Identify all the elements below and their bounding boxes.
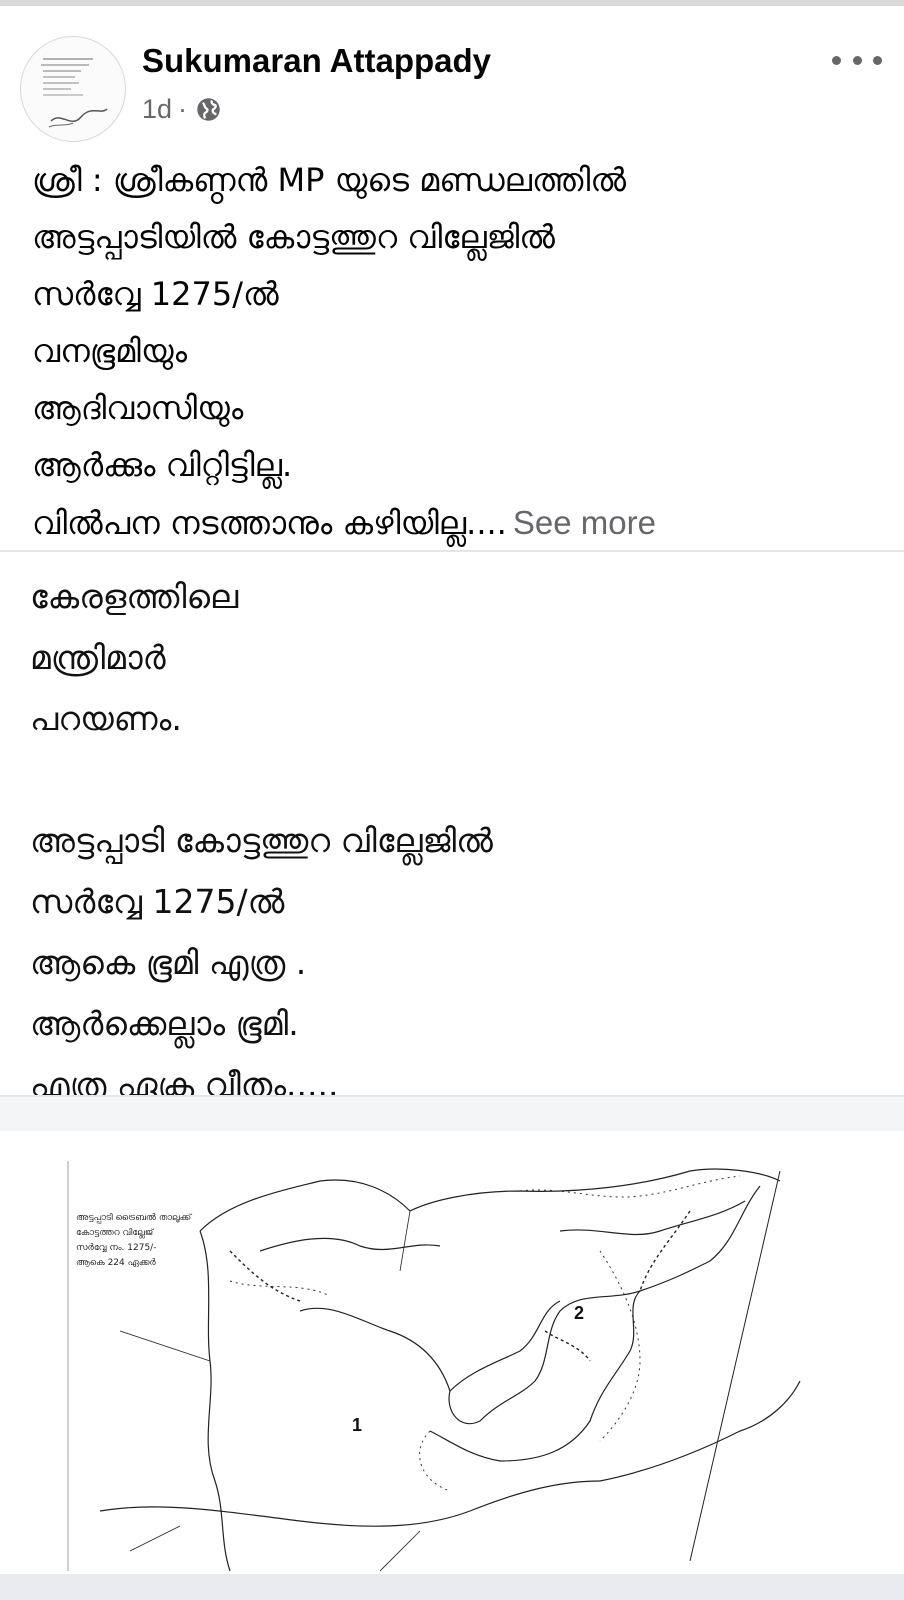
caption-line: ആദിവാസിയും <box>32 389 244 427</box>
bottom-bar <box>0 1574 904 1600</box>
image-gap <box>0 1097 904 1131</box>
image-text-line: പറയണം. <box>30 699 182 738</box>
survey-map-image[interactable]: അട്ടപ്പാടി ട്രൈബൽ താലൂക്ക് കോട്ടത്തറ വില… <box>0 1131 904 1574</box>
image-text-line: ആകെ ഭൂമി എത്ര . <box>30 943 307 982</box>
caption-line: വനഭൂമിയും <box>32 332 187 370</box>
image-text-line: അട്ടപ്പാടി കോട്ടത്തുറ വില്ലേജിൽ <box>30 821 493 860</box>
post-meta: 1d · <box>142 94 222 125</box>
caption-line: സർവ്വേ 1275/ൽ <box>32 275 279 313</box>
caption-last-line: വിൽപന നടത്താനും കഴിയില്ല.... See more <box>32 494 882 552</box>
see-more-link[interactable]: See more <box>513 504 656 541</box>
parcel-label-2: 2 <box>574 1303 585 1323</box>
post-image-text[interactable]: കേരളത്തിലെ മന്ത്രിമാർ പറയണം. അട്ടപ്പാടി … <box>30 566 880 1115</box>
image-text-line: മന്ത്രിമാർ <box>30 638 166 677</box>
caption-line: ആർക്കും വിറ്റിട്ടില്ല. <box>32 446 293 484</box>
image-text-line: ആർക്കെല്ലാം ഭൂമി. <box>30 1004 299 1043</box>
caption-line: ശ്രീ : ശ്രീകണ്ഠൻ MP യുടെ മണ്ഡലത്തിൽ <box>32 161 626 199</box>
more-options-icon[interactable] <box>832 42 882 78</box>
image-text-line <box>30 749 880 810</box>
survey-map-drawing <box>67 1161 801 1572</box>
caption-line: വിൽപന നടത്താനും കഴിയില്ല.... <box>32 504 507 542</box>
map-legend-line: ആകെ 224 ഏക്കർ <box>76 1258 156 1268</box>
map-legend: അട്ടപ്പാടി ട്രൈബൽ താലൂക്ക് കോട്ടത്തറ വില… <box>76 1211 191 1271</box>
image-text-line: കേരളത്തിലെ <box>30 577 239 616</box>
author-name[interactable]: Sukumaran Attappady <box>142 42 491 80</box>
caption-line: അട്ടപ്പാടിയിൽ കോട്ടത്തുറ വില്ലേജിൽ <box>32 218 555 256</box>
map-legend-line: സർവ്വേ നം. 1275/- <box>76 1243 157 1253</box>
map-legend-line: അട്ടപ്പാടി ട്രൈബൽ താലൂക്ക് <box>76 1213 192 1223</box>
meta-separator: · <box>178 94 188 124</box>
post-header: Sukumaran Attappady 1d · <box>0 6 904 142</box>
map-legend-line: കോട്ടത്തറ വില്ലേജ് <box>76 1228 154 1238</box>
caption-divider <box>0 550 904 552</box>
avatar[interactable] <box>20 36 126 142</box>
post-time[interactable]: 1d <box>142 94 172 125</box>
parcel-label-1: 1 <box>352 1415 363 1435</box>
post-caption: ശ്രീ : ശ്രീകണ്ഠൻ MP യുടെ മണ്ഡലത്തിൽ അട്ട… <box>32 152 882 552</box>
globe-icon <box>195 96 222 123</box>
image-text-line: സർവ്വേ 1275/ൽ <box>30 882 285 921</box>
